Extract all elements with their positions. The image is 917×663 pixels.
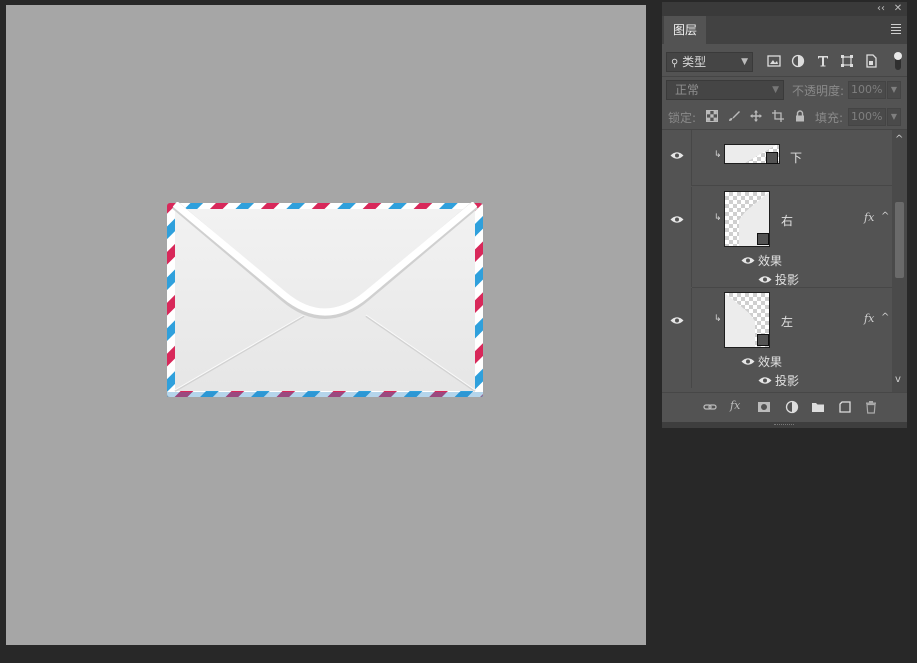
layer-row[interactable]: ↳ 左 fx ^ 效果 投影 — [662, 288, 892, 388]
new-group-icon[interactable] — [811, 400, 825, 414]
envelope-artwork — [167, 202, 483, 397]
chevron-down-icon: ▼ — [772, 85, 779, 95]
scroll-down-icon[interactable]: v — [895, 374, 901, 385]
scrollbar-thumb[interactable] — [895, 202, 904, 278]
visibility-column — [662, 130, 692, 186]
eye-icon[interactable] — [670, 151, 684, 160]
lock-transparent-icon[interactable] — [706, 110, 718, 122]
close-panel-icon[interactable]: ✕ — [891, 2, 905, 16]
eye-icon[interactable] — [741, 357, 755, 366]
layers-scrollbar[interactable]: ^ v — [892, 130, 907, 392]
chevron-up-icon[interactable]: ^ — [881, 211, 889, 222]
document-canvas[interactable] — [6, 5, 646, 645]
filter-kind-label: 类型 — [682, 55, 707, 69]
opacity-label: 不透明度: — [792, 84, 845, 98]
blend-mode-select[interactable]: 正常 ▼ — [666, 80, 784, 100]
mask-icon[interactable] — [757, 400, 771, 414]
layers-list: ↳ 下 ↳ 右 fx ^ 效果 投影 ↳ 左 fx ^ 效果 投影 — [662, 130, 892, 392]
panel-title-bar: ‹‹ ✕ — [662, 2, 907, 16]
search-icon: ⚲ — [671, 58, 679, 69]
lock-position-icon[interactable] — [750, 110, 762, 122]
fx-icon[interactable]: fx — [730, 399, 740, 412]
panel-tab-bar: 图层 — [662, 16, 907, 44]
divider — [662, 76, 907, 77]
adjustment-filter-icon[interactable] — [791, 54, 805, 68]
eye-icon[interactable] — [670, 316, 684, 325]
type-filter-icon[interactable] — [816, 54, 830, 68]
eye-icon[interactable] — [758, 376, 772, 385]
scroll-up-icon[interactable]: ^ — [895, 134, 903, 145]
fx-badge[interactable]: fx — [864, 211, 874, 224]
lock-artboard-icon[interactable] — [772, 110, 784, 122]
layer-row[interactable]: ↳ 下 — [662, 130, 892, 186]
panel-menu-icon[interactable] — [891, 24, 901, 36]
eye-icon[interactable] — [741, 256, 755, 265]
visibility-column — [662, 187, 692, 287]
link-layers-icon[interactable] — [703, 400, 717, 414]
new-layer-icon[interactable] — [838, 400, 852, 414]
layer-row[interactable]: ↳ 右 fx ^ 效果 投影 — [662, 187, 892, 288]
fill-label: 填充: — [815, 111, 844, 125]
opacity-dropdown-icon[interactable]: ▼ — [887, 81, 901, 99]
lock-all-icon[interactable] — [794, 110, 806, 122]
layer-name[interactable]: 右 — [781, 212, 793, 229]
smart-object-badge-icon — [757, 334, 769, 346]
lock-label: 锁定: — [668, 111, 697, 125]
layer-name[interactable]: 下 — [790, 149, 802, 166]
fill-dropdown-icon[interactable]: ▼ — [887, 108, 901, 126]
filter-toggle-switch[interactable] — [894, 52, 902, 70]
filter-kind-select[interactable]: ⚲ 类型 ▼ — [666, 52, 753, 72]
visibility-column — [662, 288, 692, 388]
effect-item-drop-shadow[interactable]: 投影 — [775, 372, 799, 389]
smart-object-badge-icon — [766, 152, 778, 164]
panel-resize-grip[interactable] — [662, 422, 907, 428]
fill-input[interactable]: 100% — [848, 108, 886, 126]
smart-object-filter-icon[interactable] — [864, 54, 878, 68]
effects-label: 效果 — [758, 254, 783, 268]
smart-object-badge-icon — [757, 233, 769, 245]
fx-badge[interactable]: fx — [864, 312, 874, 325]
collapse-panel-icon[interactable]: ‹‹ — [874, 2, 888, 16]
chevron-down-icon: ▼ — [741, 57, 748, 67]
divider — [692, 185, 892, 186]
image-filter-icon[interactable] — [767, 54, 781, 68]
clipping-mask-icon: ↳ — [714, 150, 722, 160]
effect-item-drop-shadow[interactable]: 投影 — [775, 271, 799, 288]
chevron-up-icon[interactable]: ^ — [881, 312, 889, 323]
opacity-input[interactable]: 100% — [848, 81, 886, 99]
new-adjustment-icon[interactable] — [785, 400, 799, 414]
shape-filter-icon[interactable] — [840, 54, 854, 68]
lock-image-icon[interactable] — [728, 110, 740, 122]
eye-icon[interactable] — [670, 215, 684, 224]
effects-label: 效果 — [758, 355, 783, 369]
eye-icon[interactable] — [758, 275, 772, 284]
layers-panel: ‹‹ ✕ 图层 ⚲ 类型 ▼ 正常 ▼ 不透明度: 100% ▼ 锁定: 填充:… — [662, 2, 907, 428]
blend-mode-label: 正常 — [675, 83, 700, 97]
clipping-mask-icon: ↳ — [714, 213, 722, 223]
clipping-mask-icon: ↳ — [714, 314, 722, 324]
trash-icon[interactable] — [864, 400, 878, 414]
layer-name[interactable]: 左 — [781, 313, 793, 330]
tab-layers[interactable]: 图层 — [664, 16, 706, 44]
